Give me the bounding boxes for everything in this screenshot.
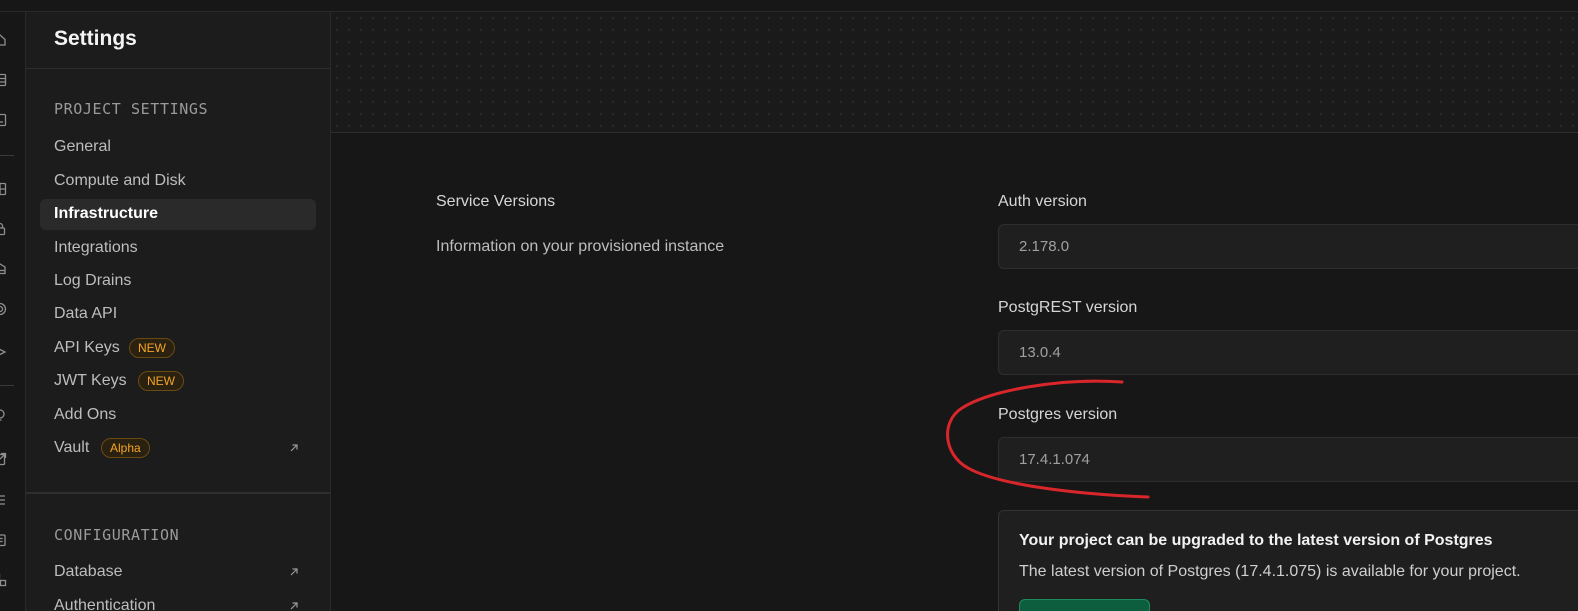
- auth-version-field[interactable]: 2.178.0: [998, 224, 1578, 269]
- top-bar: [0, 0, 1578, 12]
- sidebar-item-jwt-keys[interactable]: JWT Keys NEW: [40, 366, 316, 397]
- upgrade-notice-title: Your project can be upgraded to the late…: [1019, 532, 1493, 549]
- external-link-icon: [288, 566, 300, 578]
- upgrade-notice-body: The latest version of Postgres (17.4.1.0…: [1019, 563, 1521, 580]
- sidebar-item-infrastructure[interactable]: Infrastructure: [40, 199, 316, 230]
- storage-icon[interactable]: [0, 262, 7, 276]
- new-badge: NEW: [129, 338, 175, 358]
- integrations-icon[interactable]: [0, 573, 7, 587]
- external-link-icon: [288, 600, 300, 611]
- sidebar-title: Settings: [54, 27, 137, 50]
- sidebar-item-authentication[interactable]: Authentication: [40, 591, 316, 611]
- settings-sidebar: Settings PROJECT SETTINGS General Comput…: [26, 12, 331, 611]
- sidebar-item-integrations[interactable]: Integrations: [40, 233, 316, 264]
- icon-rail: [0, 12, 26, 611]
- app-window: Settings PROJECT SETTINGS General Comput…: [0, 0, 1578, 611]
- alpha-badge: Alpha: [101, 438, 150, 458]
- sidebar-item-label: Compute and Disk: [54, 172, 186, 189]
- sidebar-item-label: Authentication: [54, 597, 156, 611]
- database-icon[interactable]: [0, 182, 7, 196]
- sidebar-item-vault[interactable]: Vault Alpha: [40, 433, 316, 464]
- sidebar-item-label: API Keys: [54, 339, 120, 356]
- rail-divider: [0, 155, 14, 156]
- rail-divider: [0, 385, 14, 386]
- edge-functions-icon[interactable]: [0, 302, 7, 316]
- page-header-banner: [331, 12, 1578, 133]
- sidebar-item-database[interactable]: Database: [40, 557, 316, 588]
- sidebar-item-label: JWT Keys: [54, 372, 127, 389]
- sidebar-item-label: Integrations: [54, 239, 138, 256]
- auth-version-value: 2.178.0: [1019, 238, 1070, 255]
- sidebar-item-data-api[interactable]: Data API: [40, 299, 316, 330]
- postgrest-version-label: PostgREST version: [998, 299, 1138, 316]
- sidebar-item-label: Vault: [54, 439, 90, 456]
- sidebar-item-log-drains[interactable]: Log Drains: [40, 266, 316, 297]
- realtime-icon[interactable]: [0, 345, 7, 359]
- sidebar-item-add-ons[interactable]: Add Ons: [40, 400, 316, 431]
- section-label-project-settings: PROJECT SETTINGS: [54, 100, 209, 118]
- table-editor-icon[interactable]: [0, 73, 7, 87]
- auth-icon[interactable]: [0, 222, 7, 236]
- section-label-configuration: CONFIGURATION: [54, 526, 180, 544]
- api-docs-icon[interactable]: [0, 533, 7, 547]
- sidebar-item-label: Infrastructure: [54, 205, 159, 222]
- sidebar-divider: [26, 492, 330, 494]
- reports-icon[interactable]: [0, 452, 7, 466]
- sidebar-item-label: General: [54, 138, 111, 155]
- external-link-icon: [288, 442, 300, 454]
- postgres-version-label: Postgres version: [998, 406, 1118, 423]
- upgrade-button[interactable]: [1019, 599, 1150, 611]
- sidebar-item-label: Data API: [54, 305, 118, 322]
- sidebar-item-label: Log Drains: [54, 272, 132, 289]
- auth-version-label: Auth version: [998, 193, 1087, 210]
- home-icon[interactable]: [0, 33, 7, 47]
- sidebar-item-compute-and-disk[interactable]: Compute and Disk: [40, 166, 316, 197]
- main-content: Service Versions Information on your pro…: [331, 12, 1578, 611]
- sql-editor-icon[interactable]: [0, 113, 7, 127]
- upgrade-notice: Your project can be upgraded to the late…: [998, 510, 1578, 611]
- section-title: Service Versions: [436, 193, 556, 210]
- sidebar-item-api-keys[interactable]: API Keys NEW: [40, 333, 316, 364]
- postgrest-version-field[interactable]: 13.0.4: [998, 330, 1578, 375]
- sidebar-item-label: Add Ons: [54, 406, 117, 423]
- postgres-version-field[interactable]: 17.4.1.074: [998, 437, 1578, 482]
- advisors-icon[interactable]: [0, 408, 7, 422]
- sidebar-item-general[interactable]: General: [40, 132, 316, 163]
- section-description: Information on your provisioned instance: [436, 238, 725, 255]
- postgres-version-value: 17.4.1.074: [1019, 451, 1090, 468]
- new-badge: NEW: [138, 371, 184, 391]
- logs-icon[interactable]: [0, 493, 7, 507]
- postgrest-version-value: 13.0.4: [1019, 344, 1061, 361]
- sidebar-header: Settings: [26, 12, 330, 69]
- sidebar-item-label: Database: [54, 563, 123, 580]
